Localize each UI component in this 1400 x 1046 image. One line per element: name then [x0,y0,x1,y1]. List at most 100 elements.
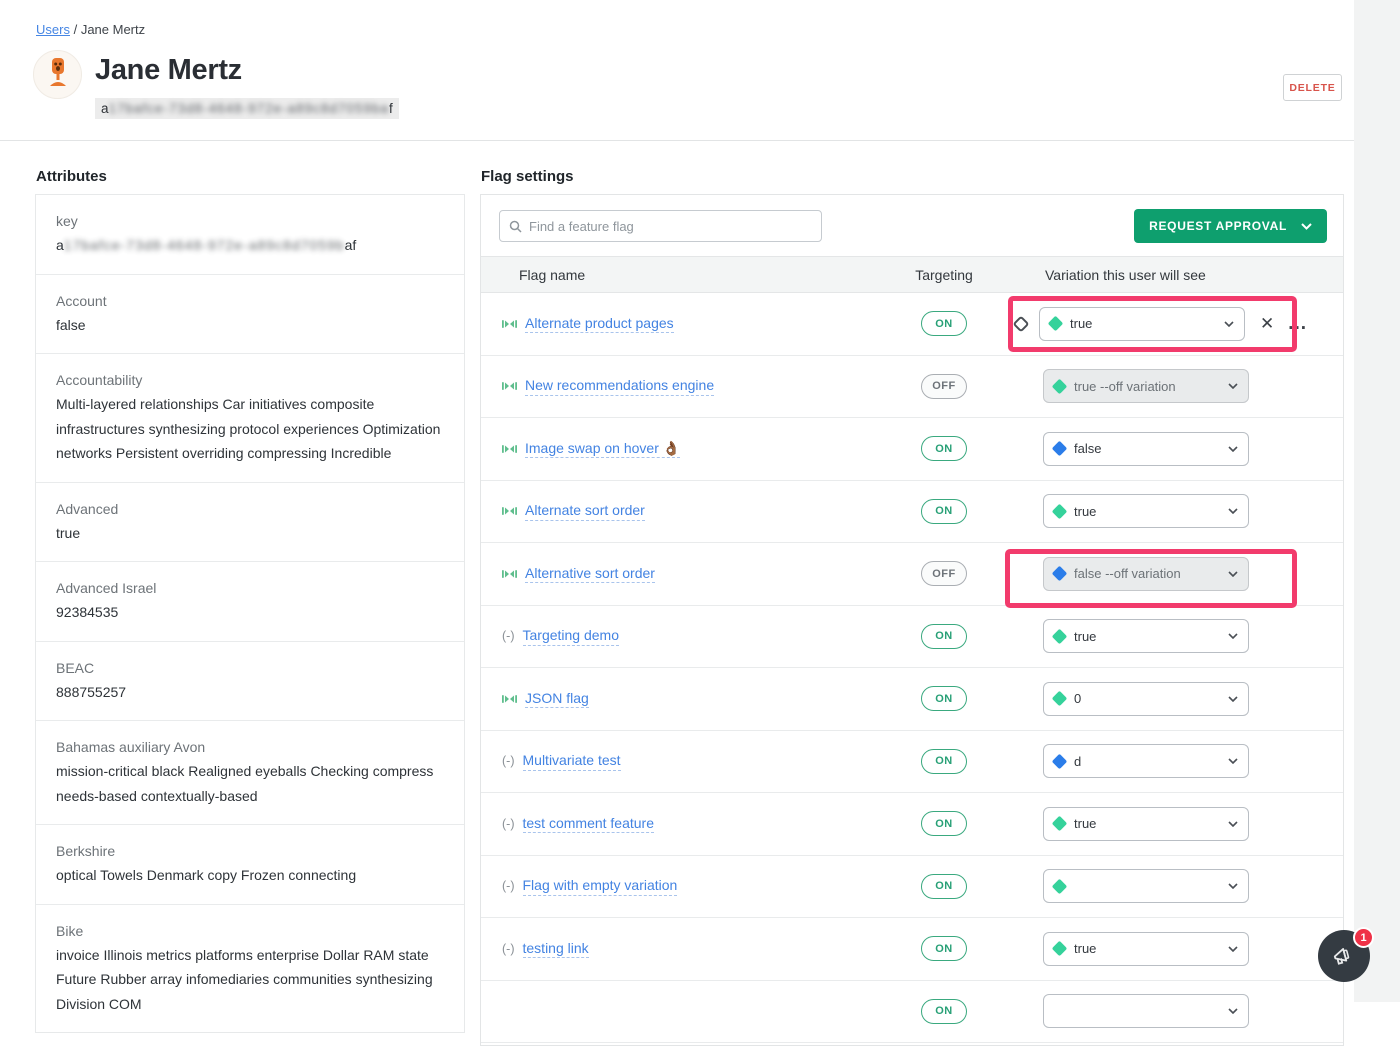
col-targeting: Targeting [889,267,999,283]
page-header: Users / Jane Mertz Jane Mertz a17bafce-7… [0,0,1354,141]
multivariate-flag-icon: (-) [502,817,515,831]
targeting-pill: ON [921,436,967,461]
variation-select[interactable]: true [1043,619,1249,653]
boolean-flag-icon [502,569,517,579]
flag-link[interactable]: Alternative sort order [525,565,655,584]
flag-link[interactable]: testing link [523,940,589,959]
users-link[interactable]: Users [36,22,70,37]
flag-link[interactable]: Multivariate test [523,752,621,771]
targeting-cell: ON [889,936,999,961]
attributes-heading: Attributes [36,168,107,185]
targeting-pill: ON [921,311,967,336]
flag-link[interactable]: test comment feature [523,815,655,834]
flag-link[interactable]: New recommendations engine [525,377,714,396]
targeting-pill: OFF [921,561,967,586]
flag-row: (-) Alternate product pages ON true ✕ ..… [481,293,1343,356]
attribute-label: Bike [56,919,448,943]
attribute-row: BEAC 888755257 [36,642,464,722]
variation-diamond-icon [1052,378,1068,394]
more-options-button[interactable]: ... [1288,320,1307,328]
targeting-cell: ON [889,811,999,836]
variation-cell: ✕ ... [999,994,1325,1028]
chevron-down-icon [1228,508,1238,514]
variation-select[interactable]: false [1043,432,1249,466]
variation-select[interactable]: false --off variation [1043,557,1249,591]
variation-diamond-icon [1052,628,1068,644]
flag-row: (-) ON ✕ ... [481,981,1343,1044]
variation-select[interactable]: true --off variation [1043,369,1249,403]
variation-select[interactable]: d [1043,744,1249,778]
flag-name-cell: (-) Image swap on hover 👌🏾 [499,440,889,459]
variation-label: true [1074,504,1219,519]
attribute-row: Account false [36,275,464,355]
flag-link[interactable]: JSON flag [525,690,589,709]
notification-badge: 1 [1353,927,1374,948]
search-input[interactable] [529,219,812,234]
flag-row: (-) Flag with empty variation ON ✕ ... [481,856,1343,919]
flag-row: (-) New recommendations engine OFF true … [481,356,1343,419]
page-right-gutter [1354,0,1400,1002]
chevron-down-icon [1228,1008,1238,1014]
variation-select[interactable]: true [1039,307,1245,341]
flag-name-cell: (-) JSON flag [499,690,889,709]
chevron-down-icon [1228,883,1238,889]
flag-settings-heading: Flag settings [481,168,574,185]
attribute-value: optical Towels Denmark copy Frozen conne… [56,863,448,888]
remove-variation-button[interactable]: ✕ [1260,315,1274,332]
flag-link[interactable]: Flag with empty variation [523,877,678,896]
attribute-label: Berkshire [56,839,448,863]
chevron-down-icon [1228,383,1238,389]
targeting-cell: ON [889,686,999,711]
flag-link[interactable]: Image swap on hover 👌🏾 [525,440,680,459]
targeting-cell: ON [889,874,999,899]
variation-cell: true --off variation ✕ ... [999,369,1325,403]
chevron-down-icon [1228,633,1238,639]
variation-label: true [1074,816,1219,831]
targeting-cell: OFF [889,374,999,399]
flag-name-cell: (-) test comment feature [499,815,889,834]
flag-link[interactable]: Targeting demo [523,627,620,646]
attribute-label: key [56,209,448,233]
boolean-flag-icon [502,381,517,391]
variation-label: true [1074,941,1219,956]
flag-row: (-) Alternate sort order ON true ✕ ... [481,481,1343,544]
toggle-mascot-icon [46,56,70,93]
variation-cell: false --off variation ✕ ... [999,557,1325,591]
flag-name-cell: (-) Multivariate test [499,752,889,771]
flag-link[interactable]: Alternate sort order [525,502,645,521]
variation-cell: true ✕ ... [999,307,1325,341]
flag-link[interactable]: Alternate product pages [525,315,674,334]
flag-search-box [499,210,822,242]
variation-diamond-icon [1052,566,1068,582]
variation-cell: true ✕ ... [999,807,1325,841]
breadcrumb-separator: / [74,22,81,37]
attribute-row: key a17bafce-73d8-4648-972e-a89c8d7059ba… [36,195,464,275]
variation-select[interactable]: true [1043,807,1249,841]
targeting-cell: ON [889,499,999,524]
variation-select[interactable]: true [1043,932,1249,966]
variation-select[interactable]: 0 [1043,682,1249,716]
request-approval-button[interactable]: REQUEST APPROVAL [1134,209,1327,243]
targeting-cell: OFF [889,561,999,586]
variation-label: 0 [1074,691,1219,706]
attribute-label: Bahamas auxiliary Avon [56,735,448,759]
page-title: Jane Mertz [95,54,242,87]
targeting-pill: OFF [921,374,967,399]
attribute-value-masked: 17bafce-73d8-4648-972e-a89c8d7059b [64,237,345,253]
breadcrumb-current: Jane Mertz [81,22,145,37]
chevron-down-icon [1228,758,1238,764]
targeting-cell: ON [889,311,999,336]
variation-cell: true ✕ ... [999,932,1325,966]
megaphone-icon [1331,943,1357,969]
variation-select[interactable]: true [1043,494,1249,528]
delete-button[interactable]: DELETE [1283,74,1342,101]
variation-select[interactable] [1043,869,1249,903]
variation-select[interactable] [1043,994,1249,1028]
chevron-down-icon [1228,571,1238,577]
variation-label: true --off variation [1074,379,1219,394]
variation-diamond-icon [1052,753,1068,769]
attributes-card: key a17bafce-73d8-4648-972e-a89c8d7059ba… [35,194,465,1033]
attribute-value: Multi-layered relationships Car initiati… [56,392,448,466]
flag-name-cell: (-) Flag with empty variation [499,877,889,896]
announcements-fab[interactable]: 1 [1318,930,1370,982]
